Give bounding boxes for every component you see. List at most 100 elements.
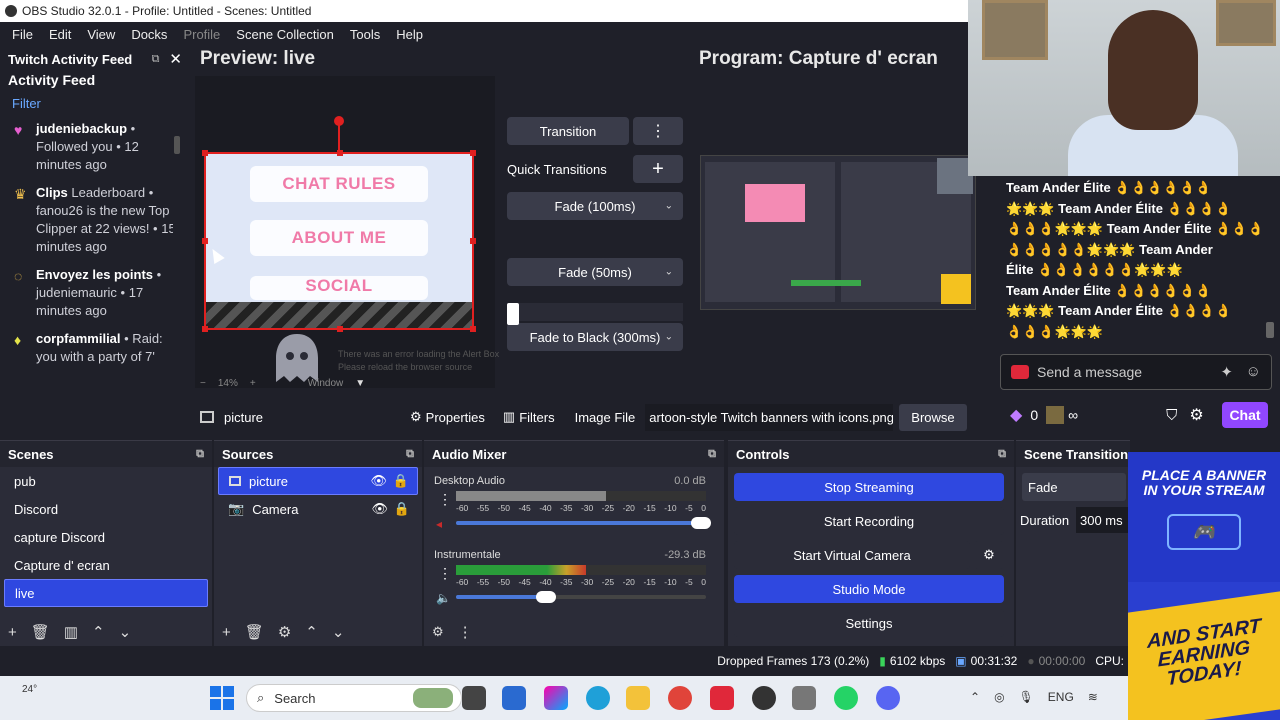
volume-knob[interactable] [691,517,711,529]
float-dock-icon[interactable]: ⧉ [406,448,414,461]
add-quick-transition-button[interactable]: + [633,155,683,183]
feed-user[interactable]: Clips [36,185,68,200]
app-icon[interactable] [792,686,816,710]
scene-item[interactable]: Capture d' ecran [4,551,208,579]
program-canvas[interactable] [700,155,976,310]
resize-handle[interactable] [337,150,343,156]
filters-button[interactable]: ▥ Filters [497,405,561,429]
transition-select[interactable]: Fade [1022,473,1126,501]
obs-taskbar-icon[interactable] [752,686,776,710]
chat-scrollbar[interactable] [1266,322,1274,338]
mixer-settings-icon[interactable]: ⚙ [432,624,444,640]
network-icon[interactable]: ◎ [994,690,1004,704]
gear-icon[interactable]: ⚙ [1189,405,1203,425]
volume-slider[interactable] [456,591,706,603]
whatsapp-icon[interactable] [834,686,858,710]
quick-transition-fade-50[interactable]: Fade (50ms) ⌄ [507,258,683,286]
zoom-in-icon[interactable]: + [250,378,256,389]
microphone-icon[interactable]: 🎙 [1019,690,1034,704]
filter-icon[interactable]: ▥ [64,623,78,641]
scene-item[interactable]: pub [4,467,208,495]
sparkle-icon[interactable]: ✦ [1220,363,1233,381]
feed-filter-link[interactable]: Filter [0,92,190,118]
quick-transition-fade-100[interactable]: Fade (100ms) ⌄ [507,192,683,220]
menu-file[interactable]: File [4,27,41,42]
resize-handle[interactable] [202,326,208,332]
volume-knob[interactable] [536,591,556,603]
start-recording-button[interactable]: Start Recording [734,507,1004,535]
menu-scene-collection[interactable]: Scene Collection [228,27,342,42]
selected-source-picture[interactable]: CHAT RULES ABOUT ME SOCIAL [202,150,476,332]
float-dock-icon[interactable]: ⧉ [708,448,716,461]
scene-item[interactable]: Discord [4,495,208,523]
chevron-down-icon[interactable]: ⌄ [119,623,132,641]
zoom-out-icon[interactable]: − [200,378,206,389]
add-icon[interactable]: + [222,624,231,641]
lock-icon[interactable]: 🔒 [394,501,410,517]
file-explorer-icon[interactable] [462,686,486,710]
more-options-icon[interactable]: ⋮ [438,565,452,582]
feed-user[interactable]: judeniebackup [36,121,127,136]
quick-transition-fade-black[interactable]: Fade to Black (300ms) ⌄ [507,323,683,351]
float-dock-icon[interactable]: ⧉ [998,448,1006,461]
store-icon[interactable] [502,686,526,710]
feed-scrollbar[interactable] [173,126,181,426]
edge-icon[interactable] [586,686,610,710]
windows-start-icon[interactable] [210,686,234,710]
properties-button[interactable]: ⚙ Properties [404,405,491,429]
menu-tools[interactable]: Tools [342,27,388,42]
folder-icon[interactable] [626,686,650,710]
resize-handle[interactable] [470,238,476,244]
language-indicator[interactable]: ENG [1048,690,1074,704]
resize-handle[interactable] [470,150,476,156]
menu-profile[interactable]: Profile [175,27,228,42]
resize-handle[interactable] [337,326,343,332]
browse-button[interactable]: Browse [899,403,967,431]
transition-button[interactable]: Transition [507,117,629,145]
settings-button[interactable]: Settings [734,609,1004,637]
scrollbar-thumb[interactable] [174,136,180,154]
menu-view[interactable]: View [79,27,123,42]
resize-handle[interactable] [202,238,208,244]
more-options-icon[interactable]: ⋮ [438,491,452,508]
scene-item[interactable]: capture Discord [4,523,208,551]
chat-message-input[interactable]: Send a message ✦ ☺ [1000,354,1272,390]
t-bar-knob[interactable] [507,303,519,325]
resize-handle[interactable] [470,326,476,332]
source-item-selected[interactable]: picture 👁 🔒 [218,467,418,495]
chrome-icon[interactable] [668,686,692,710]
close-dock-icon[interactable]: ✕ [169,50,182,68]
feed-user[interactable]: Envoyez les points [36,267,153,282]
studio-mode-button[interactable]: Studio Mode [734,575,1004,603]
duration-input[interactable]: 300 ms [1076,507,1128,533]
discord-icon[interactable] [876,686,900,710]
emoji-icon[interactable]: ☺ [1246,363,1261,380]
more-options-icon[interactable]: ⋮ [458,623,473,641]
menu-help[interactable]: Help [388,27,431,42]
eye-icon[interactable]: 👁 [371,501,388,517]
more-options-icon[interactable]: ⋮ [633,117,683,145]
copilot-icon[interactable] [544,686,568,710]
float-dock-icon[interactable]: ⧉ [196,448,204,461]
chevron-down-icon[interactable]: ⌄ [332,623,345,641]
weather-icon[interactable]: 24° [22,684,37,695]
eye-icon[interactable]: 👁 [370,473,387,489]
mute-icon[interactable]: ◂ [436,517,442,531]
chevron-down-icon[interactable]: ▼ [355,378,365,389]
wifi-icon[interactable]: ≋ [1088,690,1098,704]
speaker-icon[interactable]: 🔈 [436,591,451,605]
chat-send-button[interactable]: Chat [1222,402,1268,428]
stop-streaming-button[interactable]: Stop Streaming [734,473,1004,501]
anydesk-icon[interactable] [710,686,734,710]
gear-icon[interactable]: ⚙ [278,623,291,641]
scene-item-selected[interactable]: live [4,579,208,607]
lock-icon[interactable]: 🔒 [393,473,409,489]
chevron-up-icon[interactable]: ⌃ [970,690,980,704]
points-icon[interactable]: ◆ [1010,405,1022,425]
float-dock-icon[interactable]: ⧉ [152,53,160,66]
feed-user[interactable]: corpfammilial [36,331,121,346]
chevron-up-icon[interactable]: ⌃ [305,623,318,641]
rotation-handle[interactable] [334,116,344,126]
trash-icon[interactable]: 🗑 [245,623,264,641]
chevron-up-icon[interactable]: ⌃ [92,623,105,641]
